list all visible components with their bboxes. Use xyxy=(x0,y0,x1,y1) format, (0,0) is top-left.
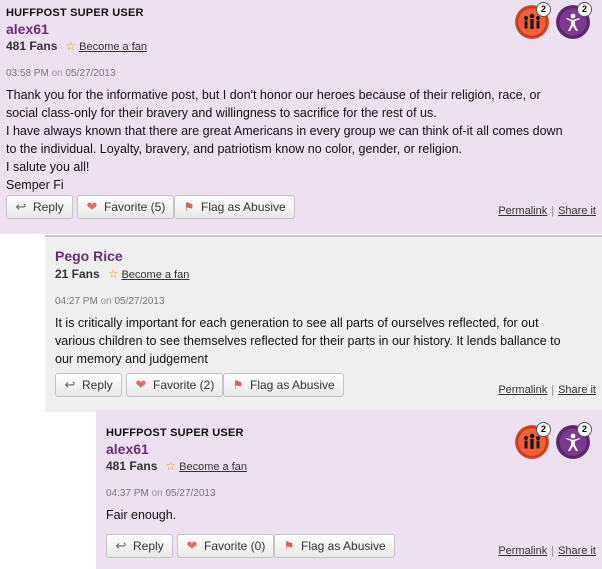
body-line: I have always known that there are great… xyxy=(6,124,563,138)
become-fan-link[interactable]: Become a fan xyxy=(79,41,147,53)
superuser-badge-icon[interactable]: 2 xyxy=(556,422,592,459)
comment-body: Fair enough. xyxy=(106,506,596,524)
body-line: It is critically important for each gene… xyxy=(55,316,539,330)
comment-links: Permalink | Share it xyxy=(498,205,596,217)
superuser-badge-icon[interactable]: 2 xyxy=(556,2,592,39)
body-line: to the individual. Loyalty, bravery, and… xyxy=(6,142,463,156)
heart-icon: ❤ xyxy=(86,199,98,214)
networker-badge-icon[interactable]: 2 xyxy=(515,2,551,39)
super-user-tag: HUFFPOST SUPER USER xyxy=(106,427,244,439)
share-link[interactable]: Share it xyxy=(558,545,596,557)
networker-badge-icon[interactable]: 2 xyxy=(515,422,551,459)
flag-icon: ⚑ xyxy=(283,539,295,553)
reply-button[interactable]: ↩ Reply xyxy=(55,373,122,397)
reply-button[interactable]: ↩ Reply xyxy=(106,534,173,558)
badge-count: 2 xyxy=(577,422,592,437)
favorite-button[interactable]: ❤ Favorite (5) xyxy=(77,195,175,219)
star-icon: ☆ xyxy=(65,39,77,53)
time: 04:27 PM xyxy=(55,296,98,307)
username-link[interactable]: alex61 xyxy=(106,441,149,457)
share-link[interactable]: Share it xyxy=(558,384,596,396)
comment-1: HUFFPOST SUPER USER alex61 481 Fans ☆ Beco… xyxy=(0,0,602,234)
fan-count: 481 Fans xyxy=(106,459,158,473)
body-line: social class-only for their bravery and … xyxy=(6,106,437,120)
heart-icon: ❤ xyxy=(135,377,147,392)
body-line: Fair enough. xyxy=(106,508,177,522)
username-link[interactable]: Pego Rice xyxy=(55,248,123,264)
favorite-button[interactable]: ❤ Favorite (2) xyxy=(126,373,224,397)
reply-button[interactable]: ↩ Reply xyxy=(6,195,73,219)
permalink-link[interactable]: Permalink xyxy=(498,384,547,396)
fans-row: 21 Fans ☆ Become a fan xyxy=(55,267,189,281)
body-line: I salute you all! xyxy=(6,160,90,174)
time: 04:37 PM xyxy=(106,488,149,499)
flag-icon: ⚑ xyxy=(183,200,195,214)
timestamp: 03:58 PM on 05/27/2013 xyxy=(6,68,116,79)
badge-count: 2 xyxy=(577,2,592,17)
permalink-link[interactable]: Permalink xyxy=(498,205,547,217)
body-line: various children to see themselves refle… xyxy=(55,334,561,348)
reply-arrow-icon: ↩ xyxy=(115,538,127,553)
timestamp: 04:37 PM on 05/27/2013 xyxy=(106,488,216,499)
star-icon: ☆ xyxy=(165,459,177,473)
star-icon: ☆ xyxy=(107,267,119,281)
date: 05/27/2013 xyxy=(65,68,116,79)
permalink-link[interactable]: Permalink xyxy=(498,545,547,557)
flag-abusive-button[interactable]: ⚑ Flag as Abusive xyxy=(223,373,344,397)
heart-icon: ❤ xyxy=(186,538,198,553)
fans-row: 481 Fans ☆ Become a fan xyxy=(106,459,247,473)
reply-arrow-icon: ↩ xyxy=(15,199,27,214)
comment-body: Thank you for the informative post, but … xyxy=(6,86,598,194)
timestamp: 04:27 PM on 05/27/2013 xyxy=(55,296,165,307)
date: 05/27/2013 xyxy=(114,296,165,307)
fan-count: 481 Fans xyxy=(6,39,58,53)
body-line: our memory and judgement xyxy=(55,352,208,366)
flag-abusive-button[interactable]: ⚑ Flag as Abusive xyxy=(274,534,395,558)
share-link[interactable]: Share it xyxy=(558,205,596,217)
username-link[interactable]: alex61 xyxy=(6,21,49,37)
become-fan-link[interactable]: Become a fan xyxy=(179,461,247,473)
favorite-button[interactable]: ❤ Favorite (0) xyxy=(177,534,275,558)
super-user-tag: HUFFPOST SUPER USER xyxy=(6,7,144,19)
comment-links: Permalink | Share it xyxy=(498,384,596,396)
time: 03:58 PM xyxy=(6,68,49,79)
fan-count: 21 Fans xyxy=(55,267,100,281)
become-fan-link[interactable]: Become a fan xyxy=(121,269,189,281)
body-line: Thank you for the informative post, but … xyxy=(6,88,541,102)
badge-count: 2 xyxy=(536,2,551,17)
comment-links: Permalink | Share it xyxy=(498,545,596,557)
flag-icon: ⚑ xyxy=(232,378,244,392)
flag-abusive-button[interactable]: ⚑ Flag as Abusive xyxy=(174,195,295,219)
reply-arrow-icon: ↩ xyxy=(64,377,76,392)
fans-row: 481 Fans ☆ Become a fan xyxy=(6,39,147,53)
date: 05/27/2013 xyxy=(165,488,216,499)
comment-body: It is critically important for each gene… xyxy=(55,314,600,368)
badge-count: 2 xyxy=(536,422,551,437)
comment-2: Pego Rice 21 Fans ☆ Become a fan 04:27 PM … xyxy=(45,235,602,412)
comment-3: HUFFPOST SUPER USER alex61 481 Fans ☆ Beco… xyxy=(96,410,602,569)
body-line: Semper Fi xyxy=(6,178,64,192)
